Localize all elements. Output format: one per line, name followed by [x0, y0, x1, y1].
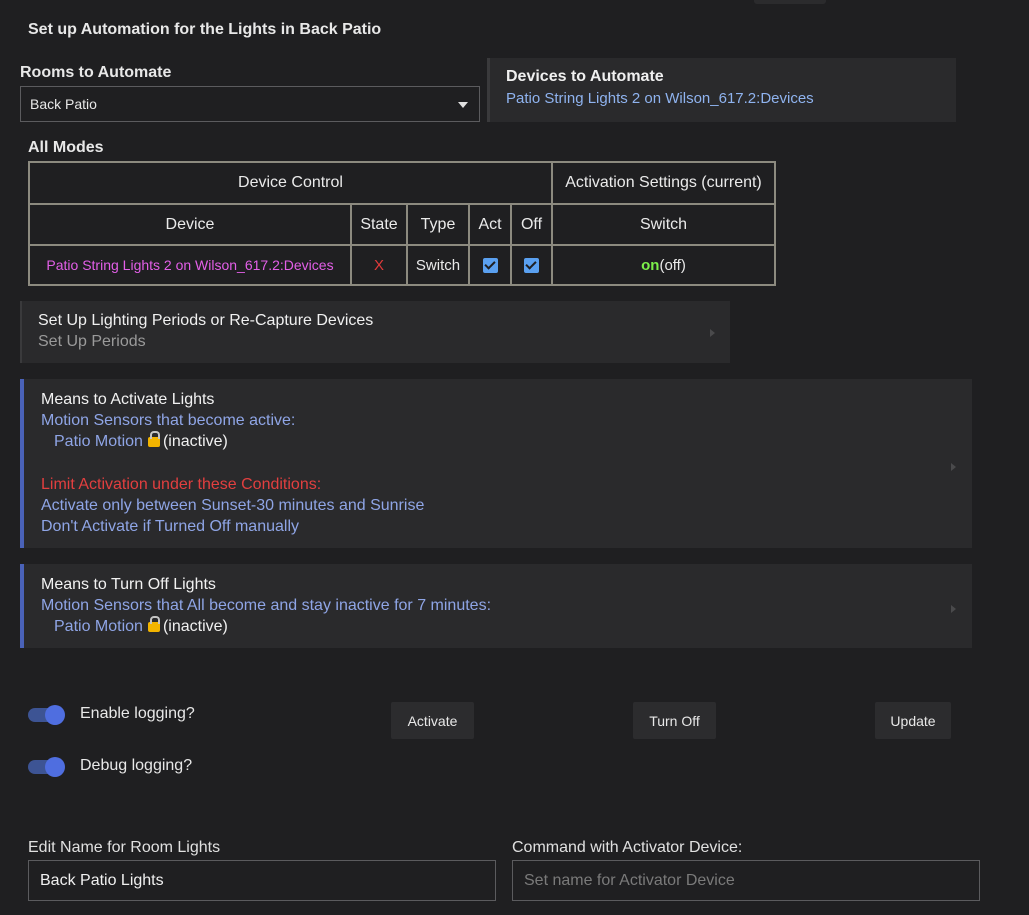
- toggle-knob: [45, 705, 65, 725]
- row-device-cell: Patio String Lights 2 on Wilson_617.2:De…: [28, 244, 352, 286]
- activate-sensor-item: Patio Motion (inactive): [41, 431, 972, 452]
- switch-current-state: (off): [659, 256, 686, 274]
- devices-label: Devices to Automate: [506, 68, 664, 85]
- act-checkbox[interactable]: [482, 258, 498, 274]
- chevron-right-icon: [951, 605, 956, 613]
- col-off: Off: [510, 203, 553, 246]
- rooms-select[interactable]: Back Patio: [20, 86, 480, 122]
- update-button[interactable]: Update: [875, 702, 951, 739]
- activate-title: Means to Activate Lights: [41, 391, 215, 408]
- lock-icon: [147, 616, 160, 632]
- switch-on-label[interactable]: on: [641, 257, 659, 274]
- enable-logging-toggle[interactable]: [28, 705, 65, 725]
- toggle-knob: [45, 757, 65, 777]
- col-type: Type: [406, 203, 470, 246]
- activate-sensor-state: (inactive): [162, 433, 228, 450]
- table-row: Patio String Lights 2 on Wilson_617.2:De…: [28, 244, 776, 286]
- device-control-header: Device Control: [28, 161, 553, 205]
- col-switch: Switch: [551, 203, 776, 246]
- turn-off-button[interactable]: Turn Off: [633, 702, 716, 739]
- chevron-right-icon: [951, 463, 956, 471]
- turnoff-sensor-item: Patio Motion (inactive): [41, 616, 972, 637]
- limit-heading: Limit Activation under these Conditions:: [41, 476, 322, 493]
- row-type: Switch: [406, 244, 470, 286]
- setup-periods-panel[interactable]: Set Up Lighting Periods or Re-Capture De…: [20, 301, 730, 363]
- devices-value[interactable]: Patio String Lights 2 on Wilson_617.2:De…: [506, 90, 956, 107]
- rooms-label: Rooms to Automate: [20, 64, 172, 81]
- row-act-cell: [468, 244, 512, 286]
- activation-settings-header: Activation Settings (current): [551, 161, 776, 205]
- state-x-button[interactable]: X: [374, 257, 384, 274]
- activator-label: Command with Activator Device:: [512, 839, 743, 856]
- condition-2: Don't Activate if Turned Off manually: [41, 518, 299, 535]
- turnoff-sensor-state: (inactive): [162, 618, 228, 635]
- room-name-label: Edit Name for Room Lights: [28, 839, 221, 856]
- page-title: Set up Automation for the Lights in Back…: [28, 21, 382, 38]
- debug-logging-toggle[interactable]: [28, 757, 65, 777]
- activate-lights-panel[interactable]: Means to Activate Lights Motion Sensors …: [20, 379, 972, 548]
- lock-icon: [147, 431, 160, 447]
- modes-table: Device Control Activation Settings (curr…: [28, 161, 776, 286]
- activate-button[interactable]: Activate: [391, 702, 474, 739]
- activate-sensor-name: Patio Motion: [54, 433, 143, 450]
- setup-periods-title: Set Up Lighting Periods or Re-Capture De…: [38, 312, 374, 329]
- condition-1: Activate only between Sunset-30 minutes …: [41, 497, 425, 514]
- top-tab-fragment: [754, 0, 826, 4]
- debug-logging-label: Debug logging?: [80, 757, 193, 774]
- turn-off-lights-panel[interactable]: Means to Turn Off Lights Motion Sensors …: [20, 564, 972, 648]
- row-off-cell: [510, 244, 553, 286]
- col-act: Act: [468, 203, 512, 246]
- col-device: Device: [28, 203, 352, 246]
- modes-caption: All Modes: [28, 139, 104, 156]
- room-name-input[interactable]: Back Patio Lights: [28, 860, 496, 901]
- setup-periods-subtitle: Set Up Periods: [38, 333, 146, 350]
- col-state: State: [350, 203, 408, 246]
- turnoff-sensors-line: Motion Sensors that All become and stay …: [41, 597, 492, 614]
- row-state-cell[interactable]: X: [350, 244, 408, 286]
- row-switch-cell[interactable]: on(off): [551, 244, 776, 286]
- caret-down-icon: [458, 102, 468, 108]
- devices-panel[interactable]: Devices to Automate Patio String Lights …: [487, 58, 956, 122]
- turnoff-sensor-name: Patio Motion: [54, 618, 143, 635]
- activate-sensors-line: Motion Sensors that become active:: [41, 412, 296, 429]
- activator-input[interactable]: Set name for Activator Device: [512, 860, 980, 901]
- enable-logging-label: Enable logging?: [80, 705, 195, 722]
- row-device-link[interactable]: Patio String Lights 2 on Wilson_617.2:De…: [46, 257, 333, 273]
- off-checkbox[interactable]: [524, 258, 539, 274]
- chevron-right-icon: [710, 329, 715, 337]
- turnoff-title: Means to Turn Off Lights: [41, 576, 216, 593]
- rooms-selected-value: Back Patio: [30, 96, 97, 112]
